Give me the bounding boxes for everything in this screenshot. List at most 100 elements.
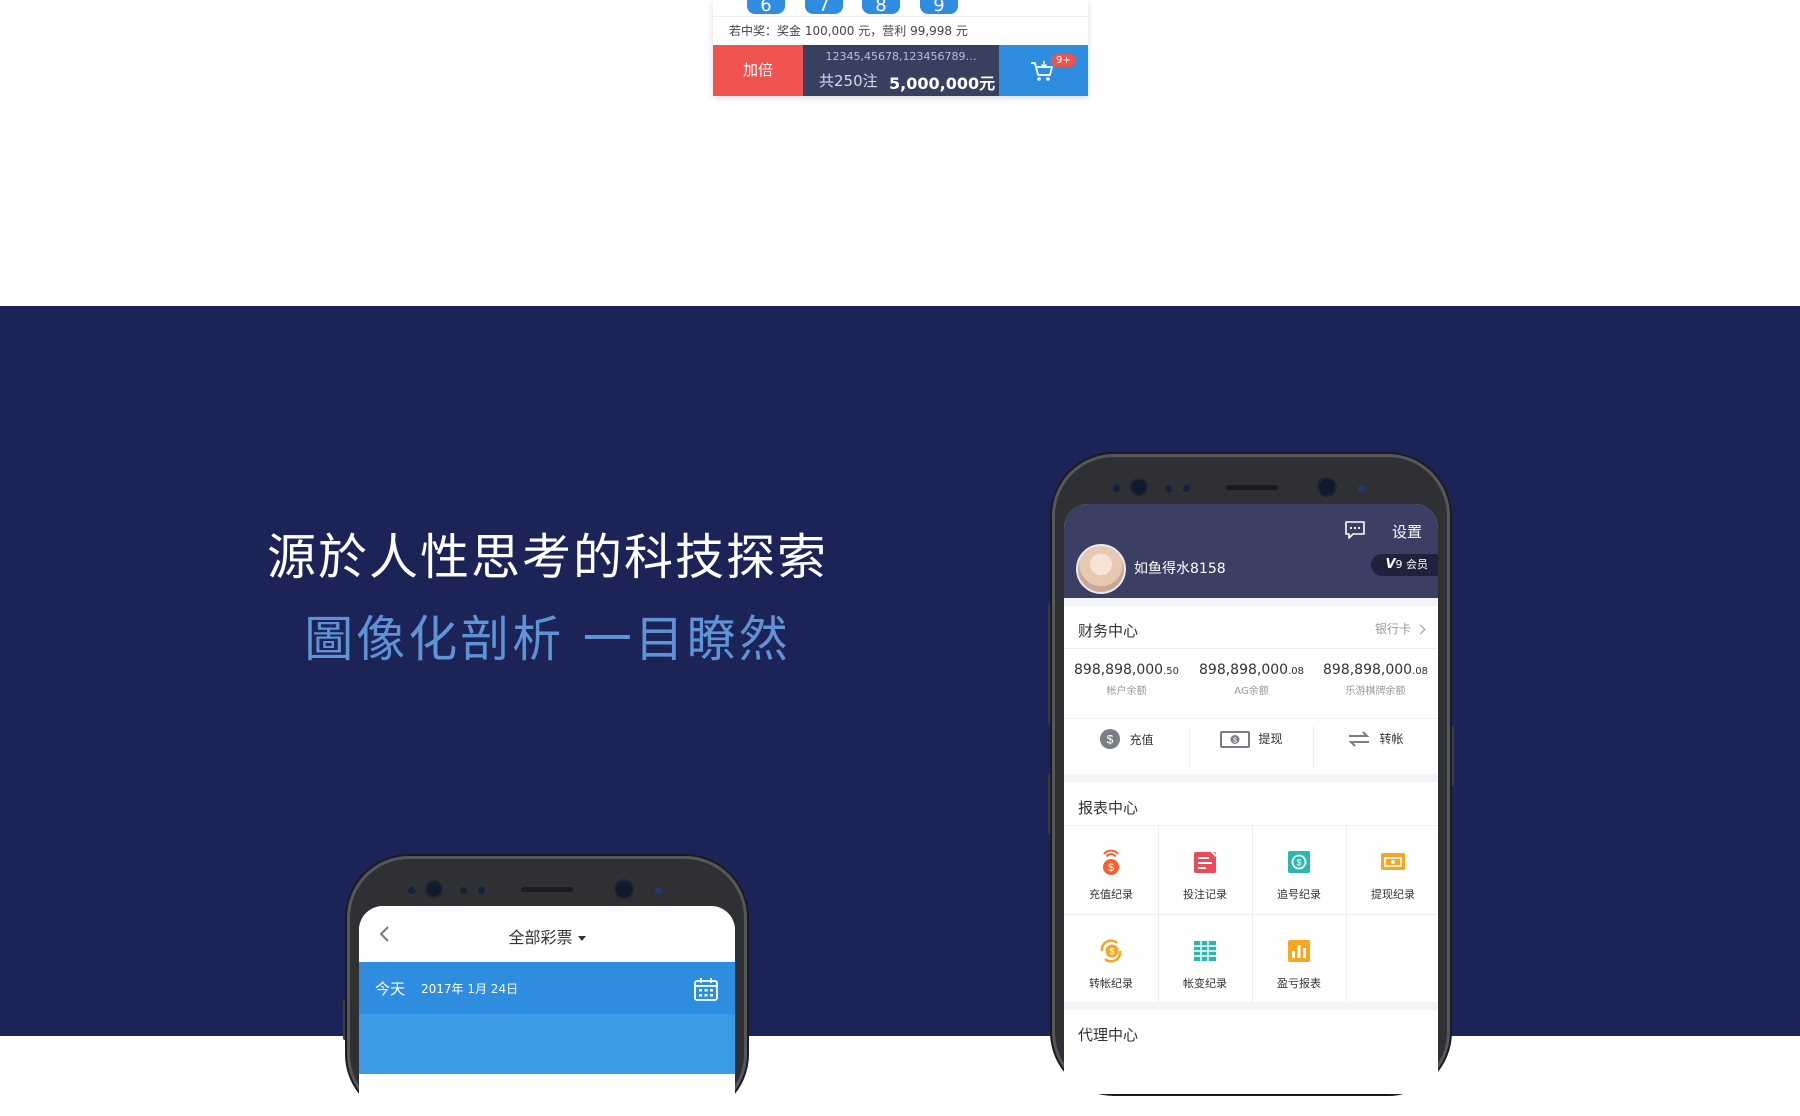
report-label: 帐变纪录: [1183, 977, 1227, 990]
lottery-list-top: [359, 1014, 735, 1074]
profit-report-icon: [1288, 940, 1310, 962]
bet-count: 共250注: [819, 72, 878, 90]
report-label: 投注记录: [1183, 888, 1227, 901]
transfer-button[interactable]: 转帐: [1313, 728, 1438, 768]
ledger-record-icon: [1194, 941, 1216, 961]
bet-summary: 12345,45678,123456789… 共250注 5,000,000元: [803, 45, 999, 96]
balance-value: 898,898,000: [1074, 662, 1164, 678]
svg-text:$: $: [1109, 947, 1114, 957]
front-camera: [1319, 479, 1335, 495]
cart-badge: 9+: [1051, 54, 1076, 67]
divider: [1064, 718, 1438, 719]
report-label: 提现纪录: [1371, 888, 1415, 901]
lottery-filter-dropdown[interactable]: 全部彩票: [359, 924, 735, 948]
report-item[interactable]: 帐变纪录: [1158, 915, 1252, 1003]
settings-link[interactable]: 设置: [1392, 521, 1422, 542]
balance-label: 乐游棋牌余额: [1345, 686, 1406, 697]
withdraw-button[interactable]: $ 提现: [1189, 728, 1314, 768]
vip-number: 9: [1395, 558, 1403, 571]
sensor-dot: [408, 887, 415, 894]
sensor-dot: [478, 887, 485, 894]
feature-section: [0, 306, 1800, 1036]
svg-text:$: $: [1107, 733, 1114, 747]
transfer-arrows-icon: [1349, 730, 1370, 747]
left-phone-screen: 全部彩票 今天 2017年 1月 24日: [359, 906, 735, 1116]
report-item[interactable]: 投注记录: [1158, 826, 1252, 914]
sensor-dot: [1165, 485, 1172, 492]
avatar[interactable]: [1076, 544, 1126, 594]
calendar-icon[interactable]: [693, 976, 719, 1002]
right-phone: 设置 如鱼得水8158 V9 会员 财务中心 银行卡 898,898,000.5…: [1052, 454, 1450, 1094]
report-label: 盈亏报表: [1277, 977, 1321, 990]
chevron-right-icon: [1415, 624, 1426, 635]
agent-center-title: 代理中心: [1078, 1026, 1139, 1044]
today-label: 今天: [375, 980, 406, 998]
report-label: 追号纪录: [1277, 888, 1321, 901]
transfer-label: 转帐: [1379, 732, 1404, 746]
headline-subtitle: 圖像化剖析 一目瞭然: [304, 611, 791, 668]
sensor-dot: [655, 887, 662, 894]
balance-value: 898,898,000: [1199, 662, 1289, 678]
chess-balance: 898,898,000.08 乐游棋牌余额: [1313, 662, 1438, 697]
sensor-dot: [1183, 485, 1190, 492]
chase-record-icon: $: [1288, 851, 1310, 873]
left-phone: 全部彩票 今天 2017年 1月 24日: [347, 856, 747, 1116]
balance-label: 帐户余额: [1106, 686, 1147, 697]
finance-center-title: 财务中心: [1078, 622, 1139, 640]
transfer-record-icon: $: [1100, 939, 1122, 963]
report-center-title: 报表中心: [1078, 799, 1139, 817]
sensor-dot: [1113, 485, 1120, 492]
cart-button[interactable]: 9+: [999, 45, 1088, 96]
balance-decimal: .08: [1288, 666, 1304, 677]
withdraw-label: 提现: [1258, 732, 1283, 746]
number-ball[interactable]: 6: [747, 0, 785, 16]
report-item[interactable]: 盈亏报表: [1252, 915, 1346, 1003]
bank-card-label: 银行卡: [1374, 622, 1411, 636]
headline-title: 源於人性思考的科技探索: [266, 529, 828, 586]
balance-label: AG余额: [1234, 686, 1269, 697]
number-ball[interactable]: 8: [862, 0, 900, 16]
sensor-dot: [460, 887, 467, 894]
lottery-header: 全部彩票: [359, 906, 735, 963]
ag-balance: 898,898,000.08 AG余额: [1189, 662, 1314, 697]
dollar-coin-icon: $: [1100, 729, 1121, 749]
bank-card-link[interactable]: 银行卡: [1374, 620, 1426, 637]
deposit-button[interactable]: $ 充值: [1064, 728, 1189, 768]
report-label: 转帐纪录: [1089, 977, 1133, 990]
message-icon[interactable]: [1344, 520, 1366, 540]
sensor-dot: [1358, 485, 1365, 492]
number-ball[interactable]: 7: [805, 0, 843, 16]
betting-widget: 6 7 8 9 若中奖：奖金 100,000 元，营利 99,998 元 加倍 …: [713, 0, 1088, 96]
svg-text:$: $: [1296, 858, 1301, 868]
front-camera: [1132, 480, 1146, 494]
balance-decimal: .08: [1412, 666, 1428, 677]
number-balls: 6 7 8 9: [713, 0, 1088, 17]
report-item[interactable]: $ 充值纪录: [1064, 826, 1158, 914]
lottery-filter-label: 全部彩票: [508, 928, 573, 947]
right-phone-screen: 设置 如鱼得水8158 V9 会员 财务中心 银行卡 898,898,000.5…: [1064, 504, 1438, 1094]
caret-down-icon: [577, 936, 586, 941]
vip-level: V: [1385, 557, 1396, 572]
date-bar: 今天 2017年 1月 24日: [359, 962, 735, 1014]
report-item[interactable]: 提现纪录: [1346, 826, 1438, 914]
withdraw-record-icon: [1381, 853, 1405, 870]
divider: [1064, 648, 1438, 649]
double-button[interactable]: 加倍: [713, 45, 803, 96]
report-label: 充值纪录: [1089, 888, 1133, 901]
username: 如鱼得水8158: [1134, 561, 1226, 577]
report-item[interactable]: $ 转帐纪录: [1064, 915, 1158, 1003]
number-ball[interactable]: 9: [920, 0, 958, 16]
bet-numbers: 12345,45678,123456789…: [825, 50, 977, 63]
report-item[interactable]: $ 追号纪录: [1252, 826, 1346, 914]
section-gap: [1064, 774, 1438, 782]
front-camera: [427, 882, 441, 896]
deposit-record-icon: $: [1103, 849, 1119, 875]
deposit-label: 充值: [1129, 732, 1154, 747]
speaker-grille: [1226, 485, 1278, 490]
balance-value: 898,898,000: [1323, 662, 1413, 678]
prize-info: 若中奖：奖金 100,000 元，营利 99,998 元: [729, 24, 968, 38]
bet-record-icon: [1194, 850, 1217, 873]
svg-text:$: $: [1234, 737, 1238, 744]
section-gap: [1064, 598, 1438, 606]
divider: [1346, 826, 1347, 1002]
